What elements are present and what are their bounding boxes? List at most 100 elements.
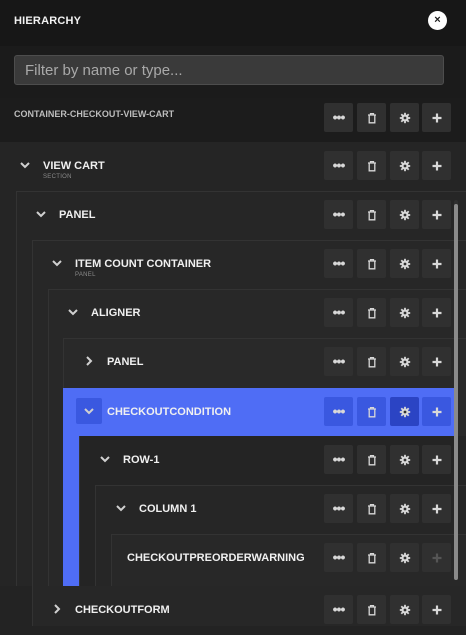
tree-row[interactable]: ROW-1 ••• — [0, 436, 466, 485]
more-options-button[interactable]: ••• — [324, 494, 353, 523]
chevron-down-icon[interactable] — [110, 497, 132, 519]
gear-icon — [399, 112, 411, 124]
add-child-button[interactable] — [422, 151, 451, 180]
chevron-down-icon[interactable] — [62, 301, 84, 323]
settings-button[interactable] — [390, 347, 419, 376]
more-options-button[interactable]: ••• — [324, 595, 353, 624]
node-label: ALIGNER — [91, 307, 141, 319]
chevron-right-icon[interactable] — [78, 350, 100, 372]
tree-row[interactable]: CHECKOUTFORM ••• — [0, 586, 466, 635]
gear-icon — [399, 552, 411, 564]
add-child-button[interactable] — [422, 200, 451, 229]
gear-icon — [399, 454, 411, 466]
delete-button[interactable] — [357, 103, 386, 132]
gear-icon — [399, 356, 411, 368]
settings-button[interactable] — [390, 445, 419, 474]
tree-row[interactable]: VIEW CART SECTION ••• — [0, 142, 466, 191]
more-dots-icon: ••• — [332, 451, 346, 467]
delete-button[interactable] — [357, 445, 386, 474]
settings-button[interactable] — [390, 298, 419, 327]
node-label: PANEL — [107, 356, 144, 368]
gear-icon — [399, 604, 411, 616]
node-label: PANEL — [59, 209, 96, 221]
tree-row[interactable]: CONTAINER-CHECKOUT-VIEW-CART ••• — [0, 98, 466, 147]
more-options-button[interactable]: ••• — [324, 298, 353, 327]
add-child-button[interactable] — [422, 445, 451, 474]
delete-button[interactable] — [357, 249, 386, 278]
delete-button[interactable] — [357, 595, 386, 624]
add-child-button[interactable] — [422, 103, 451, 132]
delete-button[interactable] — [357, 494, 386, 523]
add-child-button[interactable] — [422, 494, 451, 523]
settings-button[interactable] — [390, 151, 419, 180]
tree-row[interactable]: PANEL ••• — [0, 191, 466, 240]
settings-button[interactable] — [390, 494, 419, 523]
delete-button[interactable] — [357, 397, 386, 426]
tree-row[interactable]: ALIGNER ••• — [0, 289, 466, 338]
add-child-button[interactable] — [422, 397, 451, 426]
gear-icon — [399, 160, 411, 172]
scrollbar-thumb[interactable] — [454, 204, 458, 580]
add-child-button[interactable] — [422, 249, 451, 278]
more-options-button[interactable]: ••• — [324, 151, 353, 180]
plus-icon — [431, 258, 443, 270]
tree-row[interactable]: ITEM COUNT CONTAINER PANEL ••• — [0, 240, 466, 289]
close-button[interactable]: × — [428, 11, 447, 30]
gear-icon — [399, 307, 411, 319]
more-dots-icon: ••• — [332, 206, 346, 222]
settings-button[interactable] — [390, 397, 419, 426]
plus-icon — [431, 160, 443, 172]
more-options-button[interactable]: ••• — [324, 103, 353, 132]
more-options-button[interactable]: ••• — [324, 249, 353, 278]
node-type-label: PANEL — [75, 272, 96, 278]
trash-icon — [366, 356, 378, 368]
gear-icon — [399, 258, 411, 270]
delete-button[interactable] — [357, 298, 386, 327]
delete-button[interactable] — [357, 347, 386, 376]
add-child-button[interactable] — [422, 595, 451, 624]
more-options-button[interactable]: ••• — [324, 445, 353, 474]
more-options-button[interactable]: ••• — [324, 347, 353, 376]
add-child-button[interactable] — [422, 298, 451, 327]
settings-button[interactable] — [390, 200, 419, 229]
trash-icon — [366, 454, 378, 466]
trash-icon — [366, 503, 378, 515]
more-options-button[interactable]: ••• — [324, 397, 353, 426]
more-options-button[interactable]: ••• — [324, 543, 353, 572]
node-label: CHECKOUTCONDITION — [107, 406, 232, 418]
more-dots-icon: ••• — [332, 255, 346, 271]
settings-button[interactable] — [390, 595, 419, 624]
delete-button[interactable] — [357, 151, 386, 180]
delete-button[interactable] — [357, 200, 386, 229]
filter-input[interactable] — [14, 55, 444, 85]
settings-button[interactable] — [390, 249, 419, 278]
settings-button[interactable] — [390, 103, 419, 132]
more-dots-icon: ••• — [332, 601, 346, 617]
more-dots-icon: ••• — [332, 157, 346, 173]
tree-row[interactable]: CHECKOUTPREORDERWARNING ••• — [0, 534, 466, 583]
chevron-down-icon[interactable] — [30, 203, 52, 225]
more-dots-icon: ••• — [332, 304, 346, 320]
chevron-down-icon[interactable] — [14, 154, 36, 176]
tree-row[interactable]: CHECKOUTCONDITION ••• — [0, 388, 466, 437]
chevron-down-icon[interactable] — [46, 252, 68, 274]
panel-title: HIERARCHY — [14, 15, 82, 27]
chevron-down-icon[interactable] — [76, 398, 102, 424]
more-dots-icon: ••• — [332, 549, 346, 565]
delete-button[interactable] — [357, 543, 386, 572]
gear-icon — [399, 209, 411, 221]
gear-icon — [399, 503, 411, 515]
settings-button[interactable] — [390, 543, 419, 572]
more-options-button[interactable]: ••• — [324, 200, 353, 229]
node-label: ROW-1 — [123, 454, 160, 466]
chevron-down-icon[interactable] — [94, 448, 116, 470]
panel-header: HIERARCHY × — [0, 0, 466, 46]
plus-icon — [431, 307, 443, 319]
tree-row[interactable]: PANEL ••• — [0, 338, 466, 387]
chevron-right-icon[interactable] — [46, 598, 68, 620]
trash-icon — [366, 258, 378, 270]
tree-row[interactable]: COLUMN 1 ••• — [0, 485, 466, 534]
add-child-button[interactable] — [422, 347, 451, 376]
more-dots-icon: ••• — [332, 403, 346, 419]
trash-icon — [366, 160, 378, 172]
